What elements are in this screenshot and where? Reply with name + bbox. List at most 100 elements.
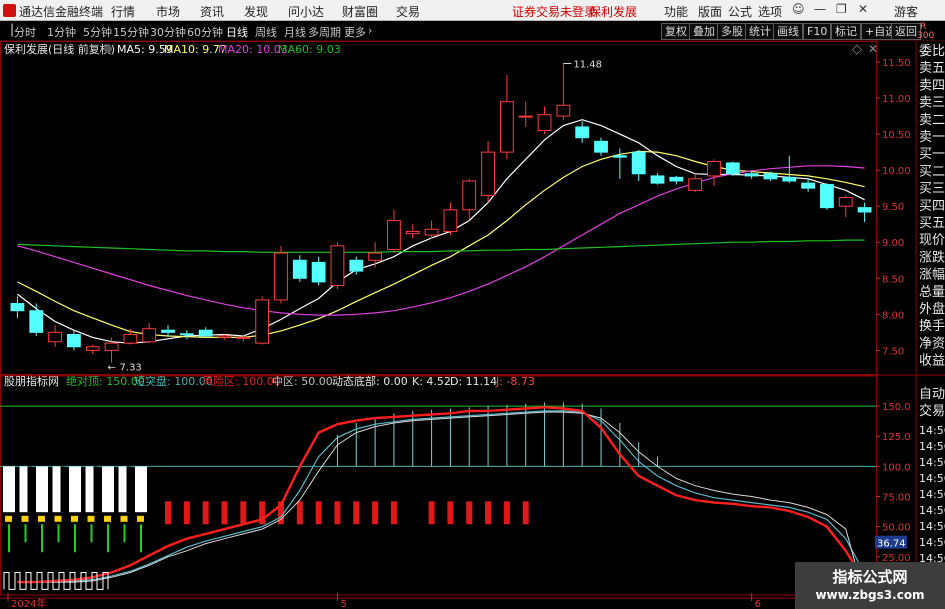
- candle[interactable]: [255, 296, 270, 345]
- quote-label: 卖五: [919, 61, 945, 76]
- candle[interactable]: [744, 171, 759, 179]
- more-chevron-icon[interactable]: ›: [368, 24, 372, 37]
- candle[interactable]: [48, 325, 62, 347]
- candle[interactable]: [274, 245, 288, 304]
- collapse-icon[interactable]: ◇: [852, 42, 862, 57]
- login-notice[interactable]: 证券交易未登录: [512, 3, 596, 20]
- candle-body: [10, 303, 25, 312]
- candle[interactable]: [537, 106, 552, 135]
- indicator-legend-item: 短突盘: 100.00: [134, 374, 213, 388]
- menu-item-news[interactable]: 资讯: [200, 3, 224, 20]
- candle[interactable]: [575, 121, 590, 143]
- candle[interactable]: [631, 149, 646, 181]
- signal-block-black: [27, 466, 32, 513]
- candle[interactable]: [179, 330, 194, 339]
- candle[interactable]: [123, 328, 138, 345]
- menu-item-options[interactable]: 选项: [758, 3, 782, 20]
- candle[interactable]: [857, 202, 872, 223]
- risk-block: [165, 501, 172, 525]
- candle-body: [707, 161, 721, 177]
- period-dropdown-icon[interactable]: ▕: [4, 24, 12, 37]
- menu-item-trade[interactable]: 交易: [396, 3, 420, 20]
- candle-body: [612, 155, 627, 158]
- candle[interactable]: [518, 101, 533, 127]
- risk-block: [503, 501, 510, 525]
- candle[interactable]: [499, 74, 514, 160]
- candle-body: [236, 336, 251, 339]
- settings-dot-icon[interactable]: [104, 45, 112, 53]
- adjust-button[interactable]: 复权: [661, 23, 691, 40]
- tab-monthly[interactable]: 月线: [284, 24, 306, 40]
- candle[interactable]: [368, 242, 383, 268]
- tab-15min[interactable]: 15分钟: [113, 24, 149, 40]
- tab-5min[interactable]: 5分钟: [83, 24, 112, 40]
- date-tick-label: 2024年: [11, 597, 46, 609]
- tab-weekly[interactable]: 周线: [255, 24, 277, 40]
- tab-multi-period[interactable]: 多周期: [308, 24, 341, 40]
- candle[interactable]: [292, 255, 307, 282]
- price-tick-label: 9.00: [882, 238, 904, 249]
- mark-button[interactable]: 标记: [831, 23, 861, 40]
- menu-item-formula[interactable]: 公式: [728, 3, 752, 20]
- tick-time: 14:56: [919, 472, 945, 485]
- tab-1min[interactable]: 1分钟: [47, 24, 76, 40]
- candle[interactable]: [85, 344, 100, 354]
- chart-area[interactable]: 11.48 ← 7.33 36.74 11.50 11.00 10.50 10.00 9.5…: [0, 41, 945, 609]
- skin-icon[interactable]: ☺: [792, 2, 805, 16]
- tick-time: 14:56: [919, 424, 945, 437]
- menu-item-discover[interactable]: 发现: [244, 3, 268, 20]
- stock-name: 保利发展: [589, 5, 638, 19]
- tick-time: 14:56: [919, 536, 945, 549]
- tab-30min[interactable]: 30分钟: [150, 24, 186, 40]
- multi-stock-button[interactable]: 多股: [717, 23, 747, 40]
- candle[interactable]: [10, 296, 25, 318]
- candle[interactable]: [838, 195, 853, 218]
- candle[interactable]: [462, 178, 477, 221]
- watermark-url: www.zbgs3.com: [815, 588, 925, 602]
- price-tick-label: 7.50: [882, 346, 904, 357]
- candle[interactable]: [311, 256, 326, 286]
- candle[interactable]: [481, 141, 495, 203]
- menu-item-wealth[interactable]: 财富圈: [342, 3, 378, 20]
- menu-item-function[interactable]: 功能: [664, 3, 688, 20]
- tab-60min[interactable]: 60分钟: [187, 24, 223, 40]
- f10-button[interactable]: F10: [803, 23, 832, 40]
- candle-body: [443, 209, 458, 232]
- tab-daily[interactable]: 日线: [226, 24, 248, 40]
- candle[interactable]: [650, 173, 665, 185]
- candle[interactable]: [725, 161, 740, 176]
- tab-intraday[interactable]: 分时: [14, 24, 36, 40]
- chart-close-icon[interactable]: ✕: [868, 42, 878, 56]
- candle[interactable]: [707, 159, 721, 187]
- close-icon[interactable]: ✕: [858, 2, 868, 16]
- menu-item-layout[interactable]: 版面: [698, 3, 722, 20]
- menu-item-quotes[interactable]: 行情: [111, 3, 135, 20]
- draw-button[interactable]: 画线: [773, 23, 803, 40]
- candle[interactable]: [688, 173, 703, 192]
- risk-block: [221, 501, 228, 525]
- menu-item-ask[interactable]: 问小达: [288, 3, 324, 20]
- candle[interactable]: [782, 155, 797, 184]
- candle[interactable]: [443, 202, 458, 236]
- candle[interactable]: [556, 63, 571, 120]
- candle[interactable]: [29, 303, 44, 336]
- candle[interactable]: [669, 175, 684, 185]
- quote-label: 涨幅: [919, 268, 945, 283]
- candle[interactable]: [66, 330, 81, 351]
- candle[interactable]: [820, 183, 834, 210]
- stats-button[interactable]: 统计: [745, 23, 775, 40]
- overlay-button[interactable]: 叠加: [689, 23, 719, 40]
- minimize-icon[interactable]: —: [814, 2, 826, 16]
- signal-block-yellow: [87, 515, 95, 522]
- tab-more[interactable]: 更多: [344, 24, 366, 40]
- candle[interactable]: [330, 242, 345, 290]
- candle[interactable]: [387, 209, 401, 254]
- candle[interactable]: [405, 224, 420, 239]
- candle[interactable]: [161, 325, 175, 336]
- candle[interactable]: [142, 322, 157, 344]
- candle[interactable]: [198, 327, 213, 338]
- window-icon[interactable]: ❐: [836, 2, 847, 16]
- guest-label[interactable]: 游客: [894, 3, 918, 20]
- menu-item-market[interactable]: 市场: [156, 3, 180, 20]
- candle[interactable]: [594, 137, 608, 156]
